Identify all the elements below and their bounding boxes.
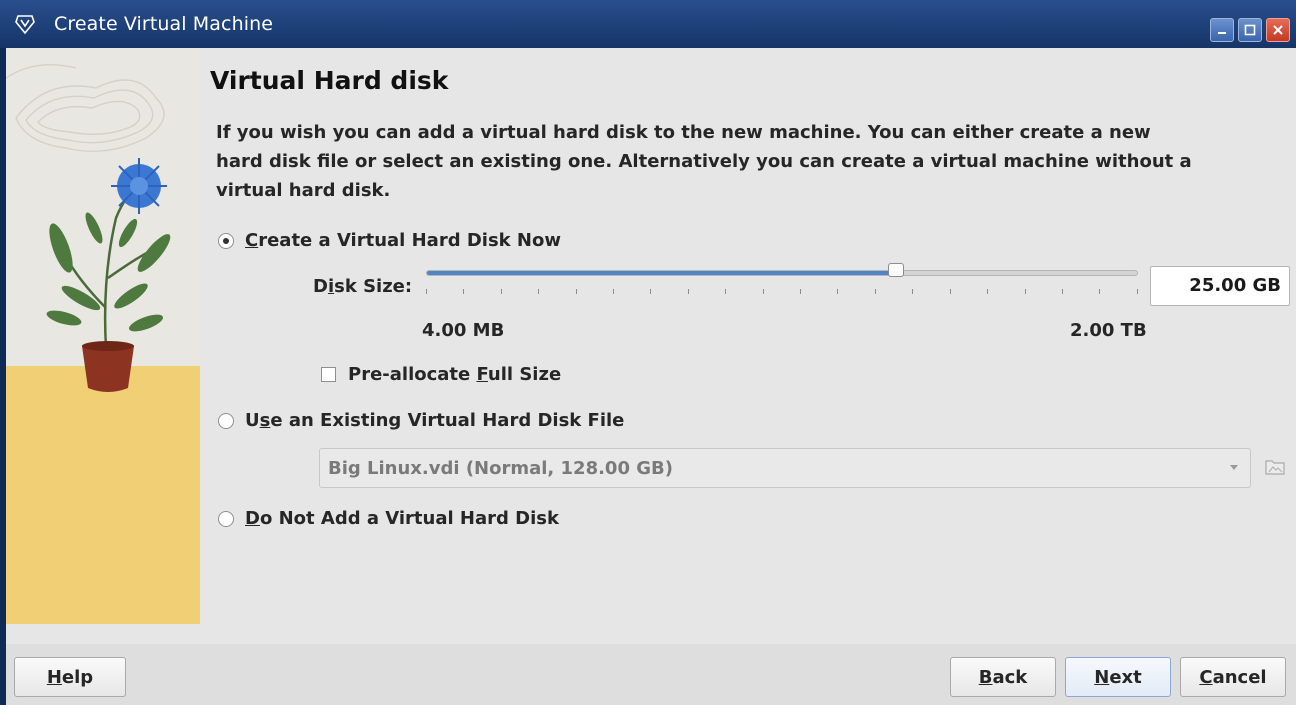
create-disk-now-label: Create a Virtual Hard Disk Now bbox=[245, 230, 561, 251]
title-bar: Create Virtual Machine bbox=[0, 0, 1296, 48]
close-icon bbox=[1273, 25, 1283, 35]
close-button[interactable] bbox=[1266, 18, 1290, 42]
cancel-button[interactable]: Cancel bbox=[1180, 657, 1286, 697]
wizard-dialog: Virtual Hard disk If you wish you can ad… bbox=[6, 48, 1296, 705]
page-title: Virtual Hard disk bbox=[210, 66, 449, 95]
create-disk-now-radio[interactable] bbox=[218, 232, 234, 249]
window-controls bbox=[1210, 18, 1290, 42]
maximize-icon bbox=[1244, 24, 1256, 36]
flower-pot-illustration bbox=[6, 48, 200, 624]
virtualbox-icon bbox=[15, 15, 35, 35]
slider-tick bbox=[987, 289, 989, 294]
slider-fill bbox=[427, 271, 896, 275]
slider-tick bbox=[426, 289, 427, 294]
use-existing-disk-label: Use an Existing Virtual Hard Disk File bbox=[245, 410, 625, 431]
minimize-button[interactable] bbox=[1210, 18, 1234, 42]
disk-size-max-label: 2.00 TB bbox=[1070, 320, 1147, 341]
slider-tick bbox=[687, 289, 689, 294]
button-bar: Help Back Next Cancel bbox=[6, 644, 1296, 705]
slider-tick bbox=[650, 289, 652, 294]
disk-size-label: Disk Size: bbox=[313, 276, 413, 297]
wizard-page: Virtual Hard disk If you wish you can ad… bbox=[200, 48, 1296, 644]
slider-ticks bbox=[426, 289, 1138, 294]
choose-disk-file-button[interactable] bbox=[1262, 454, 1288, 480]
slider-tick bbox=[949, 289, 951, 294]
disk-size-input[interactable]: 25.00 GB bbox=[1150, 266, 1290, 306]
minimize-icon bbox=[1218, 32, 1226, 34]
preallocate-option[interactable]: Pre-allocate Full Size bbox=[321, 364, 561, 385]
page-description: If you wish you can add a virtual hard d… bbox=[216, 122, 1192, 201]
slider-tick bbox=[538, 289, 540, 294]
slider-tick bbox=[613, 289, 615, 294]
slider-tick bbox=[837, 289, 839, 294]
slider-tick bbox=[1024, 289, 1026, 294]
preallocate-label: Pre-allocate Full Size bbox=[348, 364, 562, 385]
maximize-button[interactable] bbox=[1238, 18, 1262, 42]
create-disk-now-option[interactable]: Create a Virtual Hard Disk Now bbox=[218, 230, 561, 251]
slider-tick bbox=[1099, 289, 1101, 294]
slider-tick bbox=[874, 289, 876, 294]
slider-tick bbox=[912, 289, 914, 294]
disk-size-min-label: 4.00 MB bbox=[422, 320, 505, 341]
slider-tick bbox=[575, 289, 577, 294]
slider-tick bbox=[800, 289, 802, 294]
use-existing-disk-radio[interactable] bbox=[218, 412, 234, 429]
disk-size-slider[interactable] bbox=[426, 263, 1138, 296]
folder-icon bbox=[1265, 460, 1285, 475]
window-title: Create Virtual Machine bbox=[54, 13, 274, 35]
slider-track[interactable] bbox=[426, 270, 1138, 276]
no-disk-radio[interactable] bbox=[218, 510, 234, 527]
slider-tick bbox=[463, 289, 465, 294]
preallocate-checkbox[interactable] bbox=[321, 367, 336, 382]
existing-disk-value: Big Linux.vdi (Normal, 128.00 GB) bbox=[328, 457, 673, 479]
back-button[interactable]: Back bbox=[950, 657, 1056, 697]
slider-tick bbox=[500, 289, 502, 294]
no-disk-label: Do Not Add a Virtual Hard Disk bbox=[245, 508, 559, 529]
slider-tick bbox=[725, 289, 727, 294]
slider-tick bbox=[1061, 289, 1063, 294]
chevron-down-icon bbox=[1230, 465, 1238, 470]
existing-disk-select[interactable]: Big Linux.vdi (Normal, 128.00 GB) bbox=[319, 448, 1251, 488]
no-disk-option[interactable]: Do Not Add a Virtual Hard Disk bbox=[218, 508, 559, 529]
wizard-illustration bbox=[6, 48, 200, 624]
next-button[interactable]: Next bbox=[1065, 657, 1171, 697]
slider-handle[interactable] bbox=[887, 263, 904, 277]
help-button[interactable]: Help bbox=[14, 657, 126, 697]
use-existing-disk-option[interactable]: Use an Existing Virtual Hard Disk File bbox=[218, 410, 624, 431]
slider-tick bbox=[1136, 289, 1138, 294]
slider-tick bbox=[762, 289, 764, 294]
